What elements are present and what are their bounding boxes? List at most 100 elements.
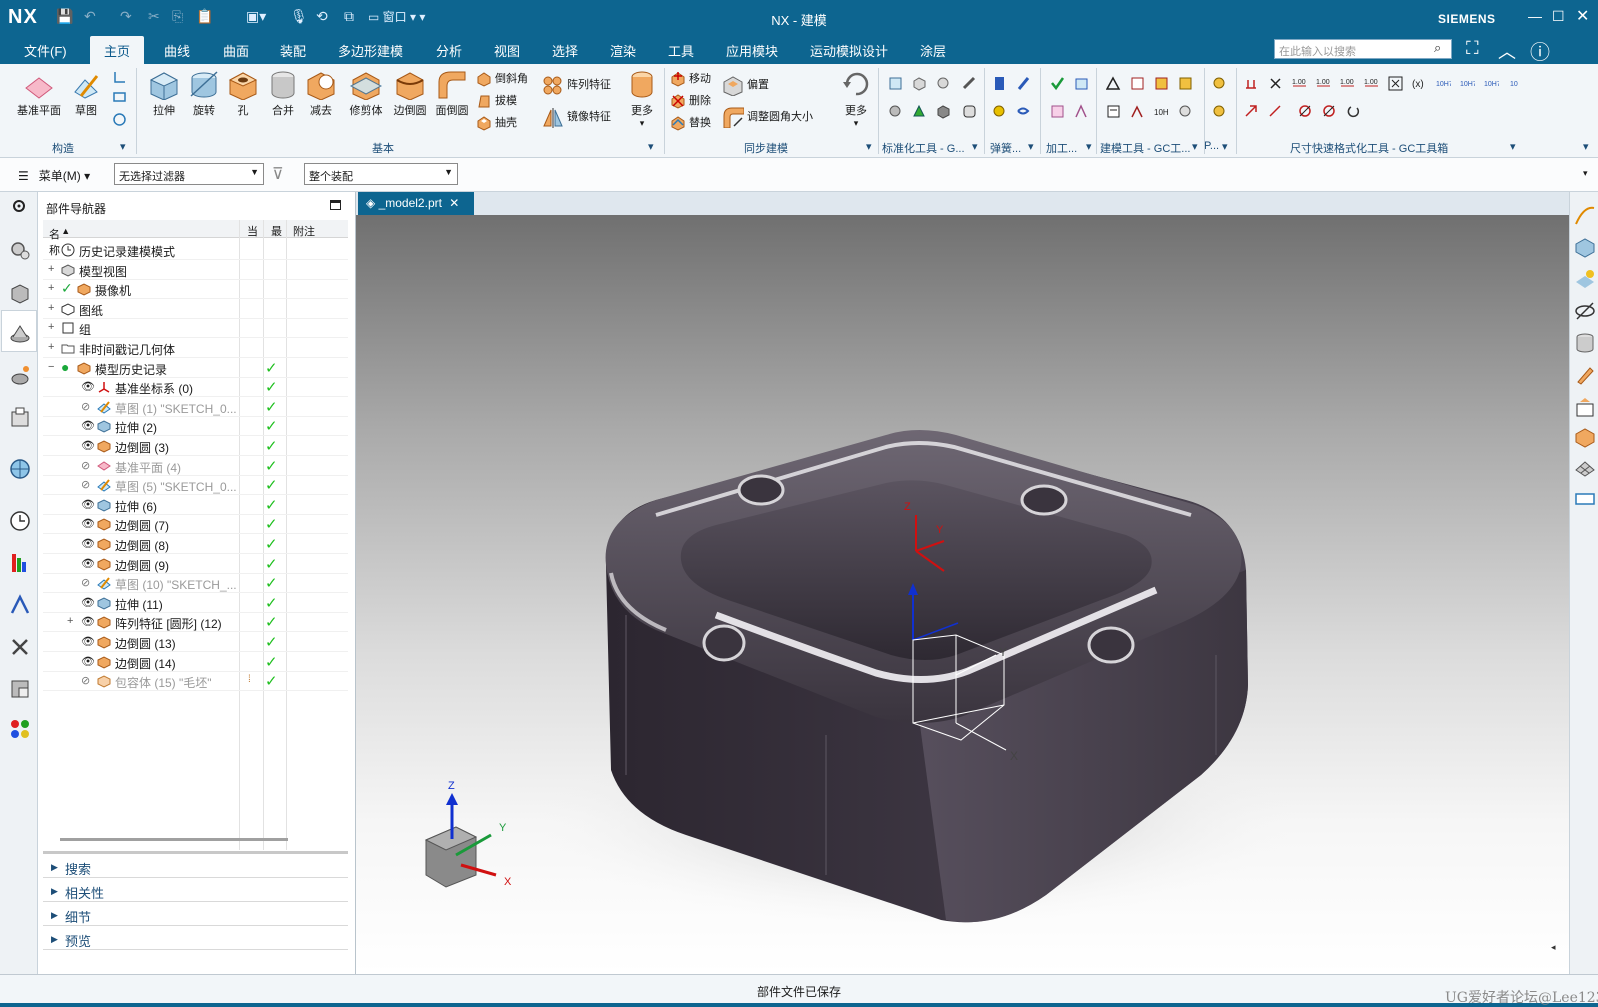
machining-icon[interactable] — [1074, 76, 1089, 91]
panel-splitter[interactable] — [43, 851, 348, 854]
pattern-feature-button[interactable]: 阵列特征 — [542, 74, 611, 96]
sync-more-button[interactable]: 更多 ▾ — [836, 68, 876, 129]
collapse-ribbon-icon[interactable]: ︿ — [1498, 38, 1516, 64]
menu-coating[interactable]: 涂层 — [920, 41, 946, 60]
dim-tool-icon[interactable] — [1346, 104, 1361, 119]
expand-icon[interactable]: + — [48, 263, 54, 275]
hidden-eye-icon[interactable]: ⊘ — [81, 400, 90, 413]
graphics-window[interactable]: Z Y X Y Z Y X ◂ — [356, 215, 1569, 974]
modeling-tool-icon[interactable] — [1130, 104, 1145, 119]
revolve-button[interactable]: 旋转 — [184, 68, 224, 118]
visibility-eye-icon[interactable]: 👁 — [81, 615, 95, 628]
hidden-eye-icon[interactable]: ⊘ — [81, 459, 90, 472]
expand-icon[interactable]: + — [48, 341, 54, 353]
dim-tool-icon[interactable]: 10H7 — [1460, 76, 1475, 91]
machining-icon[interactable] — [1074, 104, 1089, 119]
trim-body-button[interactable]: 修剪体 — [344, 68, 388, 118]
machining-expand-icon[interactable]: ▾ — [1086, 140, 1092, 153]
move-face-button[interactable]: 移动 — [670, 70, 711, 87]
web-browser-icon[interactable] — [9, 458, 31, 480]
std-tool-icon[interactable] — [912, 76, 927, 91]
menu-home[interactable]: 主页 — [90, 36, 145, 64]
tree-row[interactable]: ⊘ 包容体 (15) "毛坯" ⁞ ✓ — [43, 671, 348, 692]
dim-tool-icon[interactable]: 1.00 — [1292, 76, 1307, 91]
hole-button[interactable]: 孔 — [224, 68, 262, 118]
reuse-library-icon[interactable] — [9, 364, 31, 386]
dim-tool-icon[interactable] — [1268, 104, 1283, 119]
tree-row[interactable]: ⊘ 草图 (5) "SKETCH_0... ✓ — [43, 475, 348, 496]
basic-more-button[interactable]: 更多 ▾ — [622, 68, 662, 129]
std-tool-icon[interactable] — [888, 104, 903, 119]
search-icon[interactable]: ⌕ — [1434, 40, 1441, 56]
dim-tool-icon[interactable] — [1268, 76, 1283, 91]
hidden-eye-icon[interactable]: ⊘ — [81, 576, 90, 589]
tree-row[interactable]: ⊘ 草图 (10) "SKETCH_... ✓ — [43, 573, 348, 594]
type-filter-dropdown[interactable]: 无选择过滤器 ▼ — [114, 163, 264, 185]
tree-row[interactable]: ⊘ 基准平面 (4) ✓ — [43, 456, 348, 476]
column-comment[interactable]: 附注 — [293, 223, 315, 239]
construct-expand-icon[interactable]: ▾ — [120, 140, 126, 153]
std-tool-icon[interactable] — [912, 104, 927, 119]
tree-row[interactable]: − ● 模型历史记录 ✓ — [43, 358, 348, 378]
visibility-eye-icon[interactable]: 👁 — [81, 498, 95, 511]
visibility-eye-icon[interactable]: 👁 — [81, 517, 95, 530]
edit-object-icon[interactable] — [1574, 364, 1596, 386]
tree-row[interactable]: 👁 边倒圆 (3) ✓ — [43, 436, 348, 456]
menu-applications[interactable]: 应用模块 — [726, 41, 778, 60]
dim-tool-icon[interactable] — [1244, 76, 1259, 91]
sheet-body-icon[interactable] — [1574, 488, 1596, 510]
subtract-button[interactable]: 减去 — [302, 68, 340, 118]
menu-curve[interactable]: 曲线 — [164, 41, 190, 60]
menu-button[interactable]: ☰ 菜单(M) ▾ — [18, 167, 90, 184]
dim-tool-icon[interactable]: 10 — [1508, 76, 1523, 91]
modeling-tool-icon[interactable] — [1106, 104, 1121, 119]
dim-tool-icon[interactable] — [1298, 104, 1313, 119]
menu-motion-design[interactable]: 运动模拟设计 — [810, 41, 888, 60]
std-tool-icon[interactable] — [962, 76, 977, 91]
std-tool-icon[interactable] — [962, 104, 977, 119]
spring-expand-icon[interactable]: ▾ — [1028, 140, 1034, 153]
modeling-tool-icon[interactable]: 10H7 — [1154, 104, 1169, 119]
visibility-eye-icon[interactable]: 👁 — [81, 596, 95, 609]
tree-row[interactable]: 历史记录建模模式 — [43, 240, 348, 260]
menu-view[interactable]: 视图 — [494, 41, 520, 60]
resize-blend-button[interactable]: 调整圆角大小 — [722, 106, 813, 128]
tree-row[interactable]: + ✓ 摄像机 — [43, 279, 348, 300]
modeling-tool-icon[interactable] — [1154, 76, 1169, 91]
menu-file[interactable]: 文件(F) — [24, 41, 67, 60]
std-tool-icon[interactable] — [888, 76, 903, 91]
expand-icon[interactable]: + — [48, 302, 54, 314]
expand-icon[interactable]: + — [48, 321, 54, 333]
maximize-panel-icon[interactable] — [330, 200, 341, 210]
minimize-button[interactable]: — — [1528, 8, 1542, 24]
sketch-button[interactable]: 草图 — [66, 72, 106, 118]
std-tools-expand-icon[interactable]: ▾ — [972, 140, 978, 153]
dim-tool-icon[interactable]: 10H7 — [1436, 76, 1451, 91]
p-tool-icon[interactable] — [1212, 104, 1227, 119]
machining-icon[interactable] — [1050, 76, 1065, 91]
horizontal-scrollbar[interactable] — [60, 838, 288, 841]
dim-tool-icon[interactable]: (x) — [1412, 76, 1427, 91]
modeling-tools-expand-icon[interactable]: ▾ — [1192, 140, 1198, 153]
tools-icon[interactable] — [9, 636, 31, 658]
hidden-eye-icon[interactable]: ⊘ — [81, 478, 90, 491]
ribbon-options-icon[interactable]: ▾ — [1583, 140, 1589, 153]
offset-region-button[interactable]: 偏置 — [722, 74, 769, 96]
face-blend-button[interactable]: 面倒圆 — [430, 68, 474, 118]
history-clock-icon[interactable] — [9, 510, 31, 532]
visibility-eye-icon[interactable]: 👁 — [81, 380, 95, 393]
menu-analysis[interactable]: 分析 — [436, 41, 462, 60]
visibility-eye-icon[interactable]: 👁 — [81, 557, 95, 570]
assembly-navigator-icon[interactable] — [9, 240, 31, 262]
menu-tools[interactable]: 工具 — [668, 41, 694, 60]
tree-row[interactable]: 👁 拉伸 (6) ✓ — [43, 495, 348, 515]
dim-tool-icon[interactable] — [1322, 104, 1337, 119]
visibility-eye-icon[interactable]: 👁 — [81, 537, 95, 550]
tree-row[interactable]: + 👁 阵列特征 [圆形] (12) ✓ — [43, 612, 348, 633]
tree-row[interactable]: 👁 边倒圆 (13) ✓ — [43, 632, 348, 652]
collapse-icon[interactable]: − — [48, 361, 54, 373]
spring-icon[interactable] — [992, 104, 1007, 119]
unite-button[interactable]: 合并 — [264, 68, 302, 118]
tree-row[interactable]: 👁 拉伸 (11) ✓ — [43, 593, 348, 613]
selbar-options-icon[interactable]: ▾ — [1583, 168, 1588, 179]
